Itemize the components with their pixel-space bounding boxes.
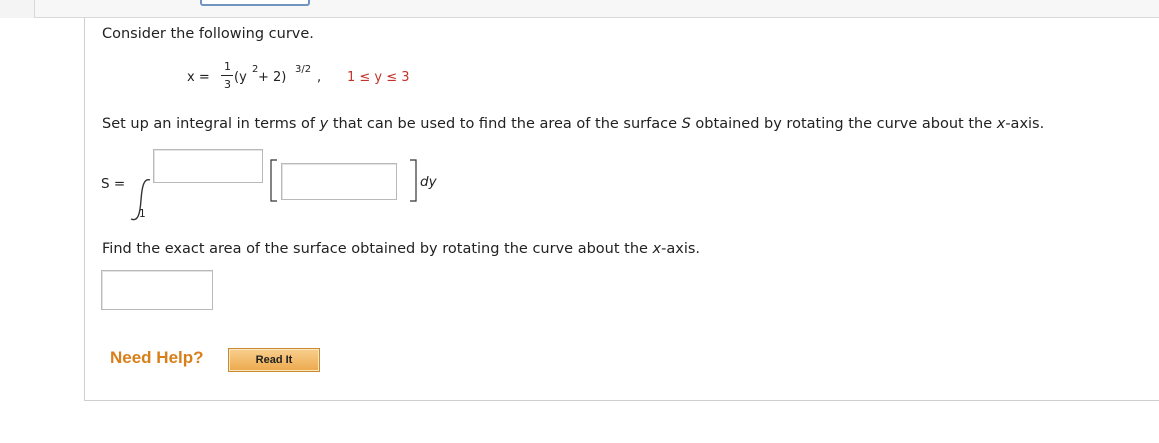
setup-text-3: obtained by rotating the curve about the [690, 116, 997, 132]
integral-lhs: S = [101, 176, 126, 192]
setup-var: y [319, 116, 329, 132]
read-it-button[interactable]: Read It [228, 348, 320, 372]
integral-lower-limit: 1 [139, 208, 146, 220]
exact-text-2: -axis. [661, 241, 701, 257]
equation-comma: , [317, 70, 322, 85]
equation-range: 1 ≤ y ≤ 3 [347, 70, 410, 85]
need-help-label: Need Help? [110, 348, 204, 367]
equation-exp: 3/2 [295, 64, 312, 75]
equation-body: (y [234, 70, 247, 85]
top-strip [0, 0, 1159, 18]
right-bracket-icon [410, 159, 417, 202]
integrand-input[interactable] [281, 163, 397, 200]
setup-text-4: -axis. [1005, 116, 1045, 132]
exact-axis: x [652, 241, 662, 257]
differential: dy [420, 174, 437, 190]
intro-text: Consider the following curve. [102, 26, 314, 42]
setup-text-2: that can be used to find the area of the… [328, 116, 682, 132]
equation-lhs: x = [187, 70, 210, 85]
equation-frac-den: 3 [224, 78, 231, 91]
top-tab[interactable] [200, 0, 310, 6]
setup-sentence: Set up an integral in terms of y that ca… [102, 116, 1044, 132]
equation-body2: + 2) [258, 70, 287, 85]
setup-text-1: Set up an integral in terms of [102, 116, 320, 132]
upper-limit-input[interactable] [153, 149, 263, 183]
exact-text-1: Find the exact area of the surface obtai… [102, 241, 653, 257]
fraction-bar [221, 75, 233, 76]
setup-s: S [681, 116, 691, 132]
answer-input[interactable] [101, 270, 213, 310]
exact-sentence: Find the exact area of the surface obtai… [102, 241, 700, 257]
left-bracket-icon [270, 159, 277, 202]
equation-frac-num: 1 [224, 60, 231, 73]
